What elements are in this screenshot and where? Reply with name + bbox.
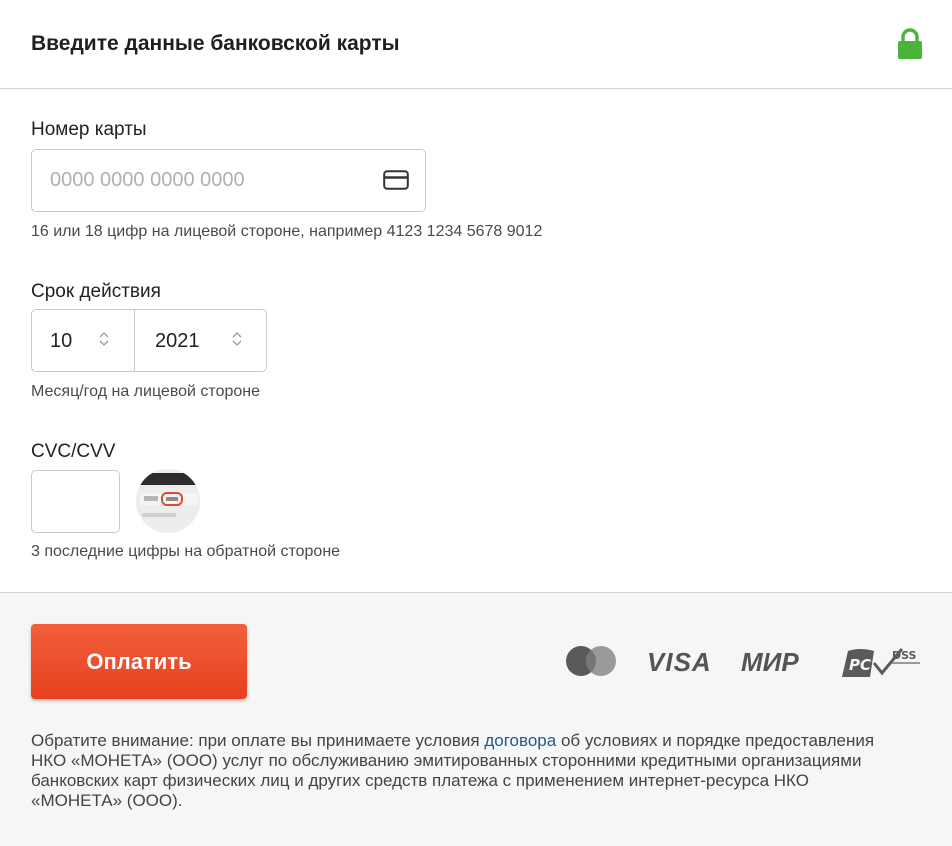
card-back-cvc-icon	[136, 469, 200, 533]
card-number-label: Номер карты	[31, 119, 147, 140]
chevron-updown-icon	[232, 332, 242, 346]
mir-logo: МИР	[741, 647, 799, 677]
notice-text: Обратите внимание: при оплате вы принима…	[31, 731, 485, 750]
credit-card-icon	[383, 170, 409, 190]
page-title: Введите данные банковской карты	[31, 32, 400, 55]
expiry-month-select[interactable]: 10	[32, 310, 135, 371]
mastercard-logo-icon	[566, 646, 616, 676]
card-number-input[interactable]	[50, 150, 370, 211]
cvc-field[interactable]	[31, 470, 120, 533]
lock-icon	[898, 28, 922, 59]
visa-logo: VISA	[647, 647, 712, 677]
terms-notice: Обратите внимание: при оплате вы принима…	[31, 731, 891, 811]
expiry-label: Срок действия	[31, 281, 161, 302]
expiry-year-select[interactable]: 2021	[135, 310, 266, 371]
page-header: Введите данные банковской карты	[0, 0, 952, 89]
pci-dss-logo-icon: PCI DSS	[842, 648, 920, 677]
expiry-hint: Месяц/год на лицевой стороне	[31, 383, 261, 400]
pay-button[interactable]: Оплатить	[31, 624, 247, 699]
cvc-label: CVC/CVV	[31, 441, 116, 462]
card-number-field[interactable]	[31, 149, 426, 212]
payment-footer: Оплатить VISA МИР PCI DSS Обратите внима…	[0, 592, 952, 846]
card-number-hint: 16 или 18 цифр на лицевой стороне, напри…	[31, 223, 543, 240]
svg-text:DSS: DSS	[892, 649, 917, 662]
chevron-updown-icon	[99, 332, 109, 346]
contract-link[interactable]: договора	[484, 731, 556, 750]
expiry-year-value: 2021	[155, 330, 200, 352]
cvc-input[interactable]	[32, 471, 119, 532]
expiry-field: 10 2021	[31, 309, 267, 372]
payment-logos: VISA МИР PCI DSS	[565, 639, 925, 683]
cvc-hint: 3 последние цифры на обратной стороне	[31, 543, 341, 560]
expiry-month-value: 10	[50, 330, 73, 352]
svg-text:PCI: PCI	[849, 656, 877, 674]
